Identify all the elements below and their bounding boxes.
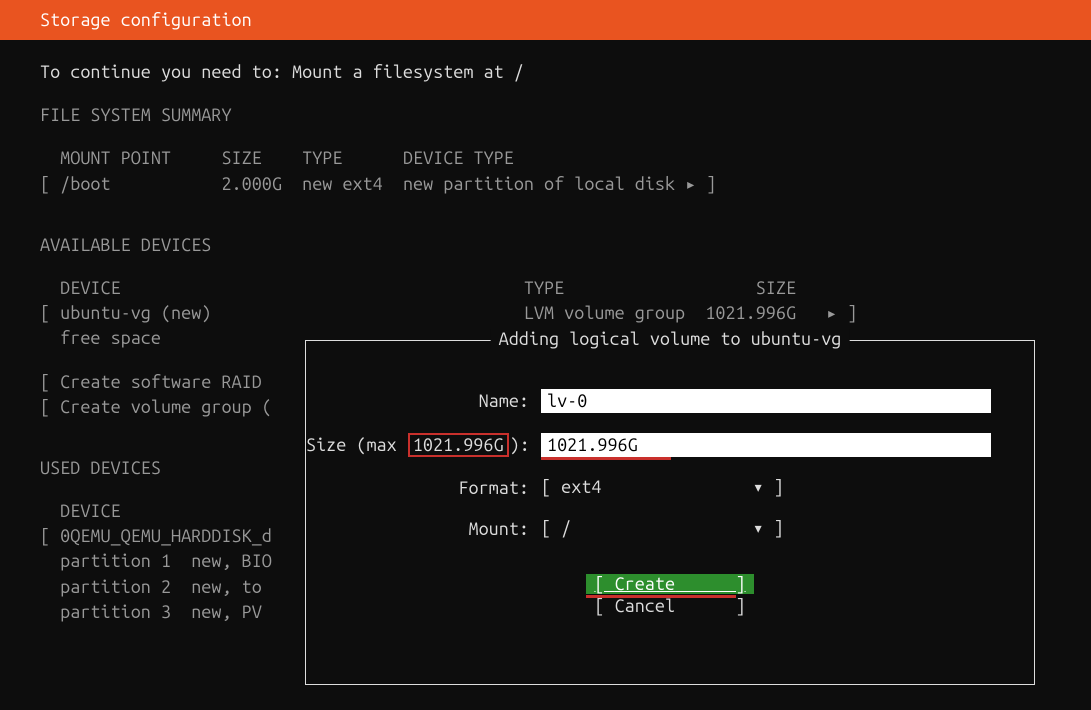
dialog-buttons: [ Create ] [ Cancel ]	[306, 574, 1034, 616]
col-device3: DEVICE	[60, 501, 120, 521]
chevron-right-icon: ▸	[685, 174, 696, 194]
name-row: Name:	[306, 389, 1034, 413]
col-device: DEVICE	[60, 278, 120, 298]
col-size2: SIZE	[756, 278, 796, 298]
fs-devtype: new partition of local disk	[403, 174, 675, 194]
col-type: TYPE	[302, 148, 342, 168]
avail-columns: DEVICE TYPE SIZE	[40, 276, 1051, 301]
fs-type: new ext4	[302, 174, 383, 194]
size-row: Size (max 1021.996G):	[306, 433, 1034, 457]
name-label: Name:	[306, 391, 541, 411]
used-device-0: 0QEMU_QEMU_HARDDISK_d	[60, 526, 272, 546]
size-input[interactable]	[541, 433, 991, 457]
mount-value: /	[561, 518, 571, 538]
chevron-down-icon: ▾	[753, 518, 764, 538]
title-bar: Storage configuration	[0, 0, 1091, 40]
used-device-2: partition 2 new, to	[60, 577, 262, 597]
avail-type-0: LVM volume group	[524, 303, 685, 323]
add-lv-dialog: Adding logical volume to ubuntu-vg Name:…	[305, 340, 1035, 685]
page-title: Storage configuration	[40, 10, 252, 30]
create-raid-label: Create software RAID	[60, 372, 262, 392]
size-label: Size (max 1021.996G):	[306, 435, 541, 455]
instruction-text: To continue you need to: Mount a filesys…	[40, 60, 1051, 85]
avail-device-1: free space	[60, 328, 161, 348]
chevron-right-icon: ▸	[826, 303, 837, 323]
col-type2: TYPE	[524, 278, 564, 298]
size-underline-annotation	[541, 457, 671, 460]
mount-row: Mount: [ / ▾ ]	[306, 518, 1034, 539]
format-value: ext4	[561, 477, 601, 497]
format-row: Format: [ ext4 ▾ ]	[306, 477, 1034, 498]
available-header: AVAILABLE DEVICES	[40, 233, 1051, 258]
avail-device-0: ubuntu-vg (new)	[60, 303, 211, 323]
format-select[interactable]: [ ext4 ▾ ]	[541, 477, 784, 498]
fs-size: 2.000G	[221, 174, 281, 194]
dialog-title: Adding logical volume to ubuntu-vg	[491, 329, 850, 349]
avail-row-0[interactable]: [ ubuntu-vg (new) LVM volume group 1021.…	[40, 301, 1051, 326]
fs-summary-header: FILE SYSTEM SUMMARY	[40, 103, 1051, 128]
fs-columns: MOUNT POINT SIZE TYPE DEVICE TYPE	[40, 146, 1051, 171]
size-max-highlight: 1021.996G	[408, 433, 509, 457]
col-size: SIZE	[221, 148, 261, 168]
used-device-1: partition 1 new, BIO	[60, 551, 272, 571]
cancel-button[interactable]: [ Cancel ]	[594, 596, 745, 616]
used-device-3: partition 3 new, PV	[60, 602, 262, 622]
fs-mount: /boot	[60, 174, 110, 194]
chevron-down-icon: ▾	[753, 477, 764, 497]
mount-label: Mount:	[306, 519, 541, 539]
mount-select[interactable]: [ / ▾ ]	[541, 518, 784, 539]
col-mount: MOUNT POINT	[60, 148, 171, 168]
create-underline-annotation	[586, 595, 736, 598]
format-label: Format:	[306, 478, 541, 498]
create-vg-label: Create volume group (	[60, 397, 272, 417]
avail-size-0: 1021.996G	[705, 303, 796, 323]
create-button[interactable]: [ Create ]	[586, 574, 753, 594]
fs-row[interactable]: [ /boot 2.000G new ext4 new partition of…	[40, 172, 1051, 197]
name-input[interactable]	[541, 389, 991, 413]
col-devtype: DEVICE TYPE	[403, 148, 514, 168]
